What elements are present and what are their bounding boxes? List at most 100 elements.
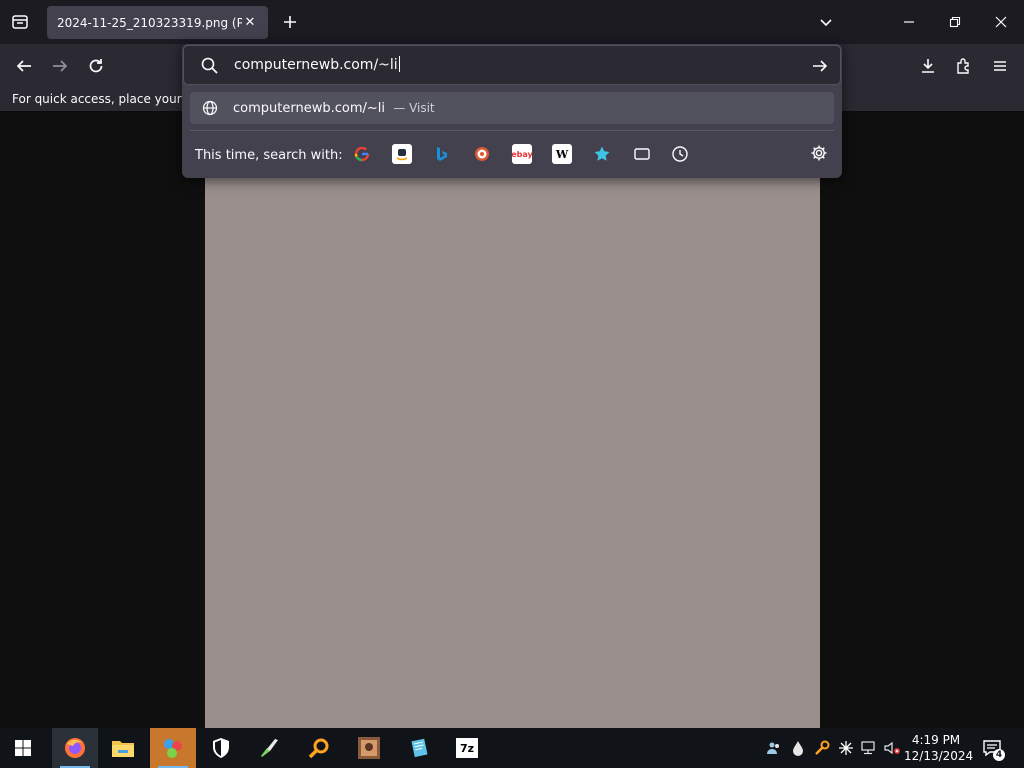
wikipedia-icon: W — [555, 147, 569, 161]
amazon-icon — [396, 149, 408, 161]
folder-icon — [112, 741, 134, 757]
wikipedia-engine-button[interactable]: W — [552, 144, 572, 164]
gear-icon — [811, 145, 827, 161]
ebay-icon: ebay — [511, 149, 533, 159]
text-caret — [398, 56, 400, 72]
urlbar-separator — [190, 130, 834, 131]
new-tab-button[interactable] — [278, 8, 302, 36]
google-icon — [354, 146, 370, 162]
urlbar-result-text: computernewb.com/~li — Visit — [233, 101, 435, 116]
one-off-label: This time, search with: — [195, 148, 343, 163]
tray-volume[interactable] — [882, 738, 902, 758]
bookmarks-empty-hint: For quick access, place your boo — [12, 92, 208, 106]
google-engine-button[interactable] — [352, 144, 372, 164]
7zip-label: 7z — [459, 741, 475, 755]
extensions-button[interactable] — [950, 52, 978, 80]
bookmarks-search-button[interactable] — [592, 144, 612, 164]
notebook-app-icon — [411, 738, 428, 758]
tray-app-icon[interactable] — [764, 738, 784, 758]
bing-engine-button[interactable] — [432, 144, 452, 164]
firefox-view-icon — [12, 15, 28, 29]
screen: 2024-11-25_210323319.png (PNG Im ✕ — [0, 0, 1024, 768]
tab-strip: 2024-11-25_210323319.png (PNG Im ✕ — [0, 0, 1024, 44]
puzzle-icon — [957, 58, 969, 74]
taskbar-notebook-app[interactable] — [396, 728, 442, 768]
network-icon — [861, 741, 875, 755]
duckduckgo-icon — [475, 147, 489, 161]
taskbar-security-app[interactable] — [198, 728, 244, 768]
start-button[interactable] — [0, 728, 46, 768]
taskbar-widget-app[interactable] — [150, 728, 196, 768]
back-button[interactable] — [10, 52, 38, 80]
windows-taskbar: 7z 4:19 PM 12/13/2024 4 — [0, 728, 1024, 768]
taskbar-clock[interactable]: 4:19 PM 12/13/2024 — [904, 732, 974, 764]
address-input[interactable]: computernewb.com/~li — [234, 56, 400, 73]
go-button[interactable] — [810, 56, 830, 76]
firefox-icon — [65, 738, 85, 758]
bookmarks-star-icon — [594, 146, 610, 161]
tabs-search-button[interactable] — [632, 144, 652, 164]
firefox-view-button[interactable] — [0, 0, 40, 44]
result-url: computernewb.com/~li — [233, 101, 385, 116]
photo-app-icon — [358, 737, 380, 759]
taskbar-firefox[interactable] — [52, 728, 98, 768]
7zip-icon: 7z — [456, 738, 478, 758]
droplet-icon — [793, 741, 803, 756]
globe-icon — [202, 100, 218, 116]
shield-icon — [213, 738, 229, 758]
downloads-button[interactable] — [914, 52, 942, 80]
history-clock-icon — [672, 146, 688, 162]
restore-icon — [949, 16, 961, 28]
taskbar-search-utility[interactable] — [296, 728, 342, 768]
volume-muted-icon — [884, 741, 900, 755]
taskbar-paint-app[interactable] — [246, 728, 292, 768]
list-all-tabs-button[interactable] — [814, 10, 838, 34]
search-settings-button[interactable] — [810, 144, 830, 164]
widget-app-icon — [164, 739, 182, 758]
tray-droplet[interactable] — [788, 738, 808, 758]
minimize-icon — [904, 21, 914, 23]
forward-button[interactable] — [46, 52, 74, 80]
ebay-engine-button[interactable]: ebay — [511, 144, 533, 164]
tray-tool[interactable] — [812, 738, 832, 758]
result-action: — Visit — [393, 101, 435, 115]
clock-date: 12/13/2024 — [904, 749, 974, 763]
tray-network[interactable] — [860, 738, 880, 758]
urlbar-dropdown: computernewb.com/~li computernewb.com/~l… — [182, 44, 842, 178]
taskbar-file-explorer[interactable] — [100, 728, 146, 768]
active-tab[interactable]: 2024-11-25_210323319.png (PNG Im ✕ — [47, 6, 268, 39]
address-bar[interactable]: computernewb.com/~li — [183, 45, 841, 85]
restore-button[interactable] — [932, 0, 978, 44]
close-window-button[interactable] — [978, 0, 1024, 44]
snowflake-icon — [839, 741, 853, 755]
magnifier-app-icon — [308, 738, 329, 759]
tray-snow[interactable] — [836, 738, 856, 758]
bing-icon — [437, 147, 447, 161]
amazon-engine-button[interactable] — [392, 144, 412, 164]
brush-icon — [261, 739, 278, 757]
tab-title: 2024-11-25_210323319.png (PNG Im — [57, 15, 242, 30]
close-icon — [995, 16, 1007, 28]
arrow-right-icon — [53, 60, 68, 72]
clock-time: 4:19 PM — [911, 733, 961, 747]
hamburger-menu-icon — [994, 61, 1006, 71]
minimize-button[interactable] — [886, 0, 932, 44]
download-icon — [922, 59, 934, 73]
taskbar-7zip[interactable]: 7z — [444, 728, 490, 768]
notification-count-badge: 4 — [993, 749, 1005, 761]
app-menu-button[interactable] — [986, 52, 1014, 80]
wrench-icon — [815, 740, 830, 755]
address-input-text: computernewb.com/~li — [234, 57, 398, 73]
plus-icon — [284, 16, 296, 28]
taskbar-image-viewer[interactable] — [346, 728, 392, 768]
search-icon — [201, 57, 218, 74]
tab-close-icon[interactable]: ✕ — [242, 15, 258, 31]
displayed-image — [205, 178, 820, 728]
reload-button[interactable] — [82, 52, 110, 80]
tabs-icon — [634, 148, 650, 160]
people-icon — [767, 742, 779, 754]
arrow-right-icon — [813, 60, 828, 72]
history-search-button[interactable] — [670, 144, 690, 164]
urlbar-result-visit[interactable]: computernewb.com/~li — Visit — [190, 92, 834, 124]
duckduckgo-engine-button[interactable] — [472, 144, 492, 164]
